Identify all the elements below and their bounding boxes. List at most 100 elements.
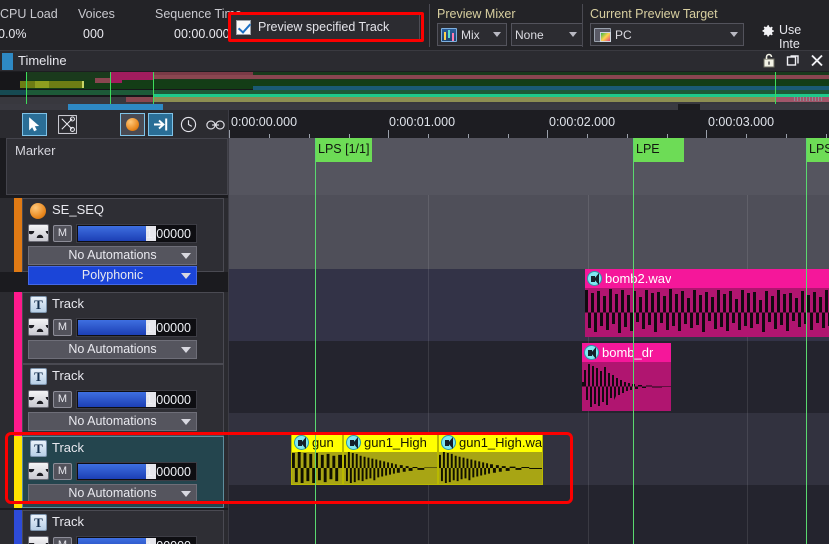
minimap-resize-grip[interactable] — [794, 97, 822, 101]
time-ruler[interactable]: 0:00:00.000 0:00:01.000 0:00:02.000 0:00… — [228, 110, 829, 138]
track-name: Track — [52, 440, 85, 455]
text-track-icon: T — [30, 440, 47, 457]
minimap-band — [126, 97, 153, 102]
pin-icon[interactable] — [761, 52, 777, 69]
lane-4[interactable] — [229, 485, 829, 544]
volume-slider[interactable]: 1.00000 — [76, 462, 197, 481]
toolbar-divider-1 — [429, 4, 430, 47]
lane-3-selected[interactable]: gun gun1_High gun1_High.wa — [229, 413, 829, 485]
preview-mixer-value: Mix — [461, 27, 480, 42]
automation-select[interactable]: No Automations — [28, 484, 197, 503]
preview-mixer-select[interactable]: Mix — [437, 23, 507, 46]
track-color-bar — [14, 364, 22, 436]
voices-value: 000 — [83, 27, 104, 41]
playback-mode-select[interactable]: Polyphonic — [28, 266, 197, 285]
timeline-lanes[interactable]: LPS [1/1] LPE LPS bomb2.wav — [228, 138, 829, 544]
scissors-icon — [58, 115, 77, 134]
mute-button[interactable]: M — [53, 391, 72, 408]
volume-slider[interactable]: 1.00000 — [76, 390, 197, 409]
panel-title-label: Timeline — [18, 53, 67, 68]
current-preview-target-label: Current Preview Target — [590, 7, 718, 21]
chevron-down-icon — [181, 273, 191, 279]
track-header-3-selected[interactable]: T Track M 1.00000 No Automations — [0, 436, 228, 508]
track-header-1[interactable]: T Track M 1.00000 No Automations — [0, 292, 228, 364]
marker-row-header[interactable]: Marker — [6, 138, 228, 195]
sphere-icon — [126, 118, 139, 131]
ruler-tick — [706, 130, 707, 138]
checkbox-checked-icon[interactable] — [236, 19, 251, 35]
clip-bomb-dr[interactable]: bomb_dr — [582, 343, 671, 411]
automation-select[interactable]: No Automations — [28, 412, 197, 431]
mute-button[interactable]: M — [53, 319, 72, 336]
waveform-icon[interactable] — [28, 462, 49, 480]
track-header-se-seq[interactable]: SE_SEQ M 1.00000 No Automations Polyphon… — [0, 198, 228, 285]
preview-specified-track-label: Preview specified Track — [258, 20, 390, 34]
timeline-toolbar — [0, 110, 228, 138]
mute-button[interactable]: M — [53, 225, 72, 242]
volume-fill — [78, 226, 146, 241]
sphere-toggle[interactable] — [120, 113, 145, 136]
marker-lps-2[interactable]: LPS — [806, 138, 829, 162]
waveform-icon[interactable] — [28, 536, 49, 544]
snap-right-icon — [153, 118, 167, 131]
track-color-bar — [14, 292, 22, 364]
clip-name: bomb_dr — [602, 345, 654, 360]
clock-tool[interactable] — [176, 113, 201, 136]
preview-mixer-bus-value: None — [515, 27, 544, 42]
chevron-down-icon — [569, 32, 577, 37]
scissors-tool[interactable] — [55, 113, 80, 136]
preview-target-select[interactable]: PC — [590, 23, 744, 46]
timeline-minimap[interactable] — [0, 72, 829, 104]
automation-value: No Automations — [68, 342, 157, 356]
clip-gun-1[interactable]: gun — [291, 432, 343, 485]
lane-se-seq[interactable] — [229, 195, 829, 269]
top-toolbar: CPU Load 0.0% Voices 000 Sequence Time 0… — [0, 0, 829, 51]
cpu-load-label: CPU Load — [0, 7, 58, 21]
preview-mixer-bus-select[interactable]: None — [511, 23, 583, 46]
mute-button[interactable]: M — [53, 463, 72, 480]
marker-lane[interactable]: LPS [1/1] LPE LPS — [229, 138, 829, 195]
select-arrow-tool[interactable] — [22, 113, 47, 136]
volume-slider[interactable]: 1.00000 — [76, 318, 197, 337]
waveform-icon[interactable] — [28, 318, 49, 336]
gear-icon — [762, 25, 774, 37]
minimap-band — [153, 97, 829, 102]
waveform — [292, 452, 342, 484]
automation-select[interactable]: No Automations — [28, 340, 197, 359]
track-header-column: Marker SE_SEQ M 1.00000 No Automations P… — [0, 138, 228, 544]
loop-start-line — [315, 138, 316, 544]
minimap-band — [35, 81, 49, 88]
volume-value: 1.00000 — [146, 538, 191, 544]
volume-slider[interactable]: 1.00000 — [76, 224, 197, 243]
preview-mixer-label: Preview Mixer — [437, 7, 516, 21]
playback-mode-value: Polyphonic — [81, 268, 144, 282]
marker-lps-1[interactable]: LPS [1/1] — [315, 138, 372, 162]
preview-specified-track-checkbox[interactable]: Preview specified Track — [230, 14, 420, 40]
volume-slider[interactable]: 1.00000 — [76, 536, 197, 544]
lane-2[interactable]: bomb_dr — [229, 341, 829, 413]
text-track-icon: T — [30, 368, 47, 385]
close-icon[interactable] — [809, 52, 825, 69]
track-header-4[interactable]: T Track M 1.00000 — [0, 510, 228, 544]
audio-clip-icon — [587, 271, 602, 286]
automation-select[interactable]: No Automations — [28, 246, 197, 265]
volume-fill — [78, 538, 146, 544]
snap-toggle[interactable] — [148, 113, 173, 136]
track-header-2[interactable]: T Track M 1.00000 No Automations — [0, 364, 228, 436]
waveform-icon[interactable] — [28, 224, 49, 242]
track-name: Track — [52, 296, 85, 311]
minimap-playhead[interactable] — [26, 72, 27, 104]
track-name: Track — [52, 514, 85, 529]
restore-icon[interactable] — [785, 52, 801, 69]
use-internal-label: Use Inte — [779, 23, 802, 51]
clip-bomb2[interactable]: bomb2.wav — [585, 269, 829, 337]
ruler-tick — [547, 130, 548, 138]
clip-gun-3[interactable]: gun1_High.wa — [438, 432, 543, 485]
marker-lpe[interactable]: LPE — [633, 138, 684, 162]
mute-button[interactable]: M — [53, 537, 72, 544]
waveform-icon[interactable] — [28, 390, 49, 408]
link-tool[interactable] — [203, 113, 228, 136]
lane-1[interactable]: bomb2.wav — [229, 269, 829, 341]
clip-gun-2[interactable]: gun1_High — [343, 432, 438, 485]
automation-value: No Automations — [68, 414, 157, 428]
